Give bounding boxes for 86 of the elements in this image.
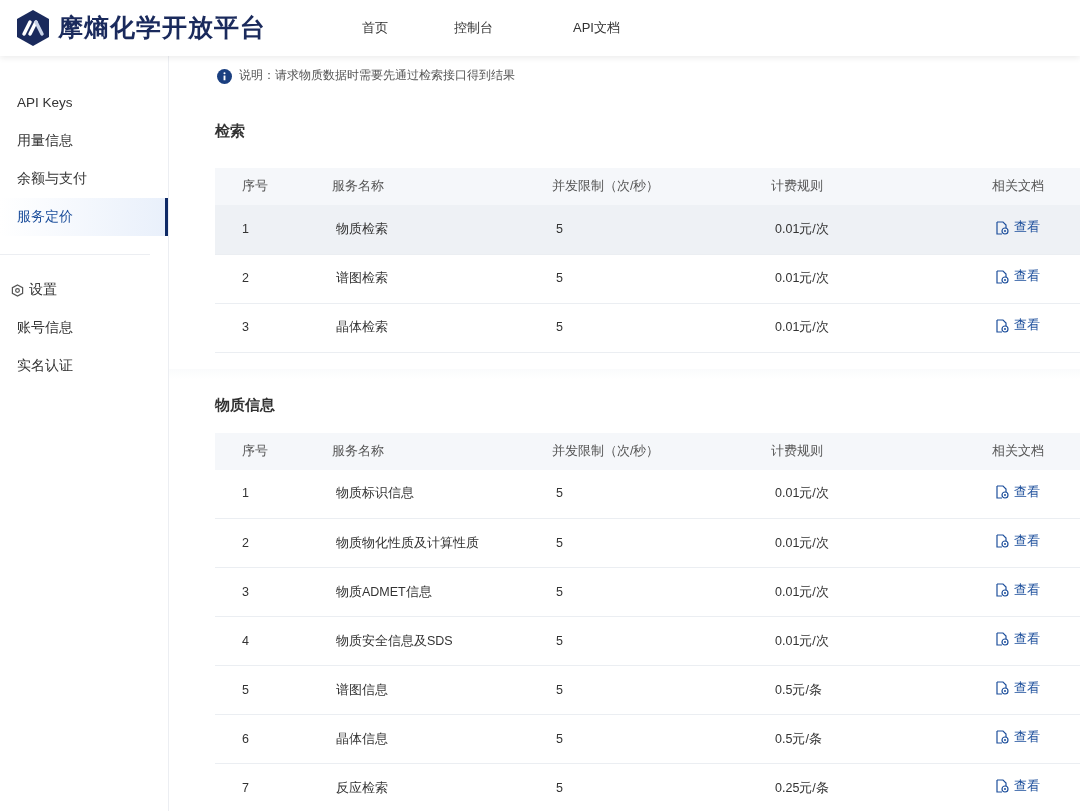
sidebar-item[interactable]: 账号信息 <box>0 309 168 347</box>
table-cell: 谱图检索 <box>331 254 551 303</box>
column-header: 序号 <box>215 432 331 470</box>
document-icon <box>996 318 1009 333</box>
section-title: 物质信息 <box>215 395 275 415</box>
logo-text: 摩熵化学开放平台 <box>58 12 266 44</box>
table-cell: 物质物化性质及计算性质 <box>331 518 551 568</box>
column-header: 相关文档 <box>991 168 1080 205</box>
table-cell: 0.5元/条 <box>770 665 991 715</box>
document-icon <box>996 730 1009 745</box>
table-cell: 4 <box>215 616 331 666</box>
table-cell: 0.01元/次 <box>770 518 991 568</box>
table-cell: 5 <box>551 518 770 568</box>
table-cell: 物质检索 <box>331 205 551 254</box>
table-cell: 5 <box>551 205 770 254</box>
table-cell: 0.01元/次 <box>770 469 991 519</box>
document-icon <box>996 779 1009 794</box>
sidebar-item[interactable]: 实名认证 <box>0 347 168 385</box>
view-doc-link[interactable]: 查看 <box>996 531 1040 551</box>
table-cell: 5 <box>551 714 770 764</box>
table-cell: 0.01元/次 <box>770 567 991 617</box>
table-cell: 1 <box>215 205 331 254</box>
table-cell: 5 <box>551 567 770 617</box>
nav-link[interactable]: API文档 <box>573 18 620 38</box>
view-doc-link[interactable]: 查看 <box>996 629 1040 649</box>
table-cell: 物质ADMET信息 <box>331 567 551 617</box>
table-cell: 6 <box>215 714 331 764</box>
document-icon <box>996 534 1009 549</box>
column-header: 并发限制（次/秒） <box>551 168 770 205</box>
column-header: 计费规则 <box>770 432 991 470</box>
table-cell: 2 <box>215 254 331 303</box>
column-header: 并发限制（次/秒） <box>551 432 770 470</box>
nav-link[interactable]: 首页 <box>362 18 388 38</box>
sidebar-item[interactable]: 用量信息 <box>0 122 168 160</box>
table-cell: 0.01元/次 <box>770 254 991 303</box>
table-cell: 5 <box>551 303 770 352</box>
table-cell: 5 <box>215 665 331 715</box>
column-header: 序号 <box>215 168 331 205</box>
column-header: 计费规则 <box>770 168 991 205</box>
table-cell: 0.5元/条 <box>770 714 991 764</box>
document-icon <box>996 220 1009 235</box>
table-cell: 晶体信息 <box>331 714 551 764</box>
table-cell: 2 <box>215 518 331 568</box>
table-cell: 1 <box>215 469 331 519</box>
table-cell: 3 <box>215 303 331 352</box>
view-doc-link[interactable]: 查看 <box>996 776 1040 796</box>
view-doc-link[interactable]: 查看 <box>996 267 1040 287</box>
table-cell: 反应检索 <box>331 763 551 811</box>
nav-link[interactable]: 控制台 <box>454 18 493 38</box>
sidebar-item[interactable]: 余额与支付 <box>0 160 168 198</box>
gear-icon <box>11 283 24 297</box>
table-cell: 晶体检索 <box>331 303 551 352</box>
table-cell: 5 <box>551 763 770 811</box>
view-doc-link[interactable]: 查看 <box>996 678 1040 698</box>
document-icon <box>996 485 1009 500</box>
table-cell: 5 <box>551 469 770 519</box>
column-header: 服务名称 <box>331 168 551 205</box>
notice-text: 说明：请求物质数据时需要先通过检索接口得到结果 <box>239 68 515 84</box>
table-cell: 0.01元/次 <box>770 205 991 254</box>
column-header: 相关文档 <box>991 432 1080 470</box>
section-title: 检索 <box>215 122 245 142</box>
table-cell: 3 <box>215 567 331 617</box>
document-icon <box>996 269 1009 284</box>
view-doc-link[interactable]: 查看 <box>996 316 1040 336</box>
table-cell: 0.01元/次 <box>770 616 991 666</box>
view-doc-link[interactable]: 查看 <box>996 727 1040 747</box>
table-cell: 5 <box>551 616 770 666</box>
sidebar-item[interactable]: API Keys <box>0 84 168 122</box>
table-cell: 0.25元/条 <box>770 763 991 811</box>
table-cell: 物质安全信息及SDS <box>331 616 551 666</box>
table-cell: 谱图信息 <box>331 665 551 715</box>
view-doc-link[interactable]: 查看 <box>996 482 1040 502</box>
document-icon <box>996 681 1009 696</box>
table-cell: 物质标识信息 <box>331 469 551 519</box>
column-header: 服务名称 <box>331 432 551 470</box>
settings-heading: 设置 <box>29 280 57 299</box>
table-cell: 7 <box>215 763 331 811</box>
view-doc-link[interactable]: 查看 <box>996 580 1040 600</box>
table-cell: 5 <box>551 254 770 303</box>
document-icon <box>996 632 1009 647</box>
document-icon <box>996 583 1009 598</box>
view-doc-link[interactable]: 查看 <box>996 218 1040 237</box>
logo-icon <box>16 9 50 47</box>
info-icon <box>217 68 232 84</box>
table-cell: 5 <box>551 665 770 715</box>
table-cell: 0.01元/次 <box>770 303 991 352</box>
